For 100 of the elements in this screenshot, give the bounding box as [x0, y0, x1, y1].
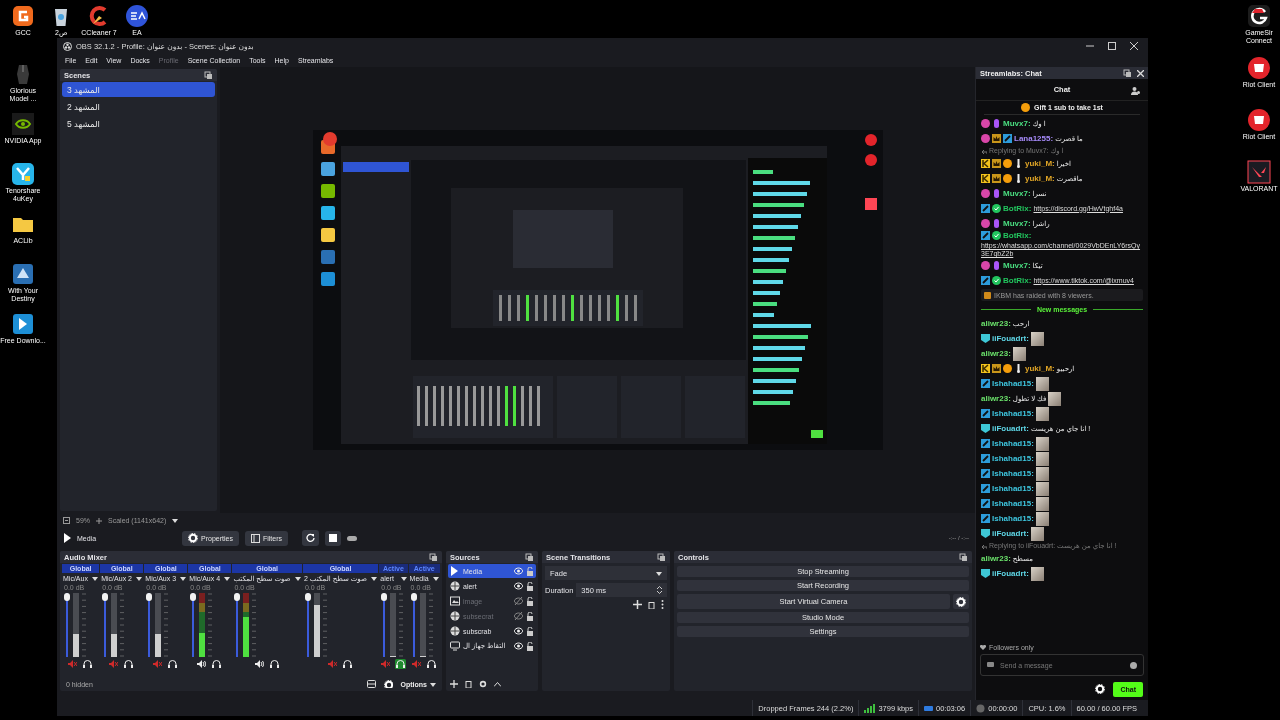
advanced-audio-icon[interactable] [383, 680, 393, 688]
muted-speaker-icon[interactable] [109, 660, 119, 668]
volume-slider[interactable] [190, 593, 197, 657]
headphones-icon[interactable] [342, 659, 354, 669]
close-icon[interactable] [1130, 42, 1138, 50]
caret-icon[interactable] [371, 576, 378, 581]
eye-icon[interactable] [514, 627, 523, 635]
chat-username[interactable]: BotRix: [1003, 204, 1032, 213]
undock-icon[interactable] [204, 70, 213, 80]
caret-icon[interactable] [294, 576, 301, 581]
chat-username[interactable]: Ishahad15: [992, 484, 1034, 493]
user-settings-icon[interactable] [1131, 86, 1140, 95]
caret-icon[interactable] [400, 576, 407, 581]
headphones-icon[interactable] [394, 659, 406, 669]
emoji-icon[interactable] [1130, 661, 1137, 669]
trash-icon[interactable] [465, 680, 472, 688]
chat-username[interactable]: Ishahad15: [992, 409, 1034, 418]
muted-speaker-icon[interactable] [328, 660, 338, 668]
app-shortcut-icon[interactable] [125, 4, 149, 28]
lock-icon[interactable] [526, 611, 534, 621]
settings-button[interactable] [953, 594, 969, 609]
add-icon[interactable] [633, 600, 642, 609]
chat-username[interactable]: iiFouadrt: [992, 424, 1029, 433]
volume-slider[interactable] [234, 593, 241, 657]
restart-button[interactable] [302, 530, 320, 546]
headphones-icon[interactable] [123, 659, 135, 669]
chat-username[interactable]: Lana1255: [1014, 134, 1054, 143]
add-icon[interactable] [450, 680, 458, 688]
headphones-icon[interactable] [268, 659, 280, 669]
up-icon[interactable] [494, 681, 501, 687]
app-shortcut-icon[interactable] [11, 312, 35, 336]
undock-icon[interactable] [429, 552, 438, 562]
zoom-in-icon[interactable] [96, 517, 102, 524]
speaker-icon[interactable] [254, 660, 264, 668]
chat-username[interactable]: iiFouadrt: [992, 569, 1029, 578]
chat-username[interactable]: yuki_M: [1025, 364, 1055, 373]
scene-item[interactable]: المشهد 2 [62, 99, 215, 114]
chat-username[interactable]: Ishahad15: [992, 499, 1034, 508]
chat-username[interactable]: aliwr23: [981, 554, 1011, 563]
stop-button[interactable] [325, 530, 342, 546]
chat-username[interactable]: Muvx7: [1003, 219, 1031, 228]
caret-icon[interactable] [92, 576, 99, 581]
scene-item[interactable]: المشهد 3 [62, 82, 215, 97]
caret-icon[interactable] [432, 576, 439, 581]
chat-username[interactable]: BotRix: [1003, 231, 1032, 240]
muted-speaker-icon[interactable] [153, 660, 163, 668]
zoom-out-icon[interactable] [63, 517, 70, 524]
chat-username[interactable]: iiFouadrt: [992, 334, 1029, 343]
headphones-icon[interactable] [425, 659, 437, 669]
caret-icon[interactable] [180, 576, 187, 581]
volume-slider[interactable] [146, 593, 153, 657]
chat-username[interactable]: iiFouadrt: [992, 529, 1029, 538]
lock-icon[interactable] [526, 626, 534, 636]
app-shortcut-icon[interactable] [1247, 108, 1271, 132]
chat-username[interactable]: Muvx7: [1003, 119, 1031, 128]
layout-icon[interactable] [366, 680, 376, 688]
app-shortcut-icon[interactable] [11, 262, 35, 286]
app-shortcut-icon[interactable] [11, 162, 35, 186]
muted-speaker-icon[interactable] [380, 660, 390, 668]
volume-slider[interactable] [410, 593, 417, 657]
chat-username[interactable]: Ishahad15: [992, 439, 1034, 448]
hidden-eye-icon[interactable] [514, 612, 523, 620]
settings-icon[interactable] [479, 680, 487, 688]
volume-slider[interactable] [304, 593, 311, 657]
headphones-icon[interactable] [211, 659, 223, 669]
volume-slider[interactable] [381, 593, 388, 657]
chat-username[interactable]: Ishahad15: [992, 379, 1034, 388]
chat-username[interactable]: Ishahad15: [992, 454, 1034, 463]
minimize-icon[interactable] [1086, 42, 1094, 50]
seek-handle-icon[interactable] [347, 535, 358, 541]
app-shortcut-icon[interactable] [11, 4, 35, 28]
lock-icon[interactable] [526, 581, 534, 591]
more-icon[interactable] [661, 600, 664, 609]
muted-speaker-icon[interactable] [411, 660, 421, 668]
maximize-icon[interactable] [1108, 42, 1116, 50]
undock-icon[interactable] [1123, 68, 1132, 78]
trash-icon[interactable] [648, 600, 655, 609]
close-icon[interactable] [1137, 69, 1144, 77]
app-shortcut-icon[interactable] [1247, 56, 1271, 80]
chat-username[interactable]: aliwr23: [981, 349, 1011, 358]
speaker-icon[interactable] [197, 660, 207, 668]
eye-icon[interactable] [514, 642, 523, 650]
volume-slider[interactable] [102, 593, 109, 657]
hidden-eye-icon[interactable] [514, 597, 523, 605]
app-shortcut-icon[interactable] [11, 112, 35, 136]
undock-icon[interactable] [657, 552, 666, 562]
chat-username[interactable]: Muvx7: [1003, 261, 1031, 270]
lock-icon[interactable] [526, 596, 534, 606]
lock-icon[interactable] [526, 641, 534, 651]
muted-speaker-icon[interactable] [68, 660, 78, 668]
chat-username[interactable]: yuki_M: [1025, 174, 1055, 183]
volume-slider[interactable] [64, 593, 70, 657]
scene-item[interactable]: المشهد 5 [62, 116, 215, 131]
caret-icon[interactable] [136, 576, 143, 581]
chat-username[interactable]: BotRix: [1003, 276, 1032, 285]
undock-icon[interactable] [959, 552, 968, 562]
caret-icon[interactable] [172, 518, 179, 523]
play-icon[interactable] [63, 533, 71, 543]
chat-username[interactable]: yuki_M: [1025, 159, 1055, 168]
headphones-icon[interactable] [82, 659, 94, 669]
